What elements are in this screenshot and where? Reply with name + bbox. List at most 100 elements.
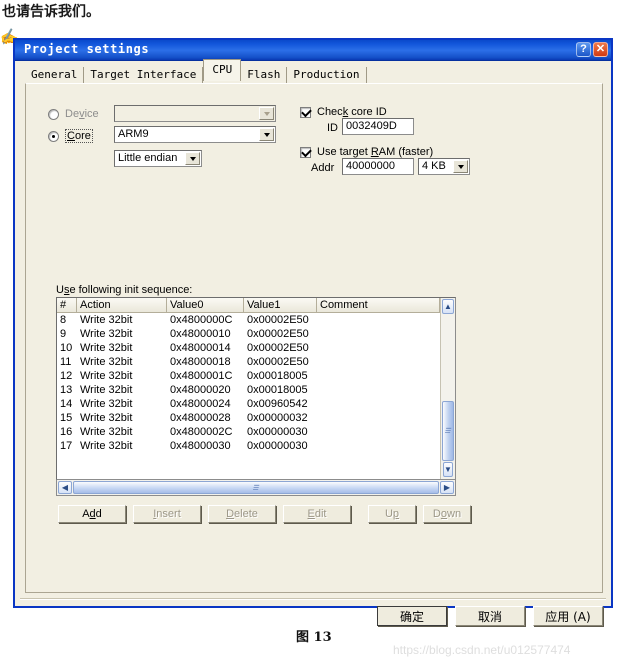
init-sequence-table[interactable]: # Action Value0 Value1 Comment 8 Write 32… [56, 297, 456, 480]
tab-production[interactable]: Production [287, 67, 367, 84]
cell-comment [317, 397, 440, 411]
ram-addr-input[interactable]: 40000000 [342, 158, 414, 175]
cell-value0: 0x48000018 [170, 356, 231, 368]
cell-comment [317, 425, 440, 439]
scroll-up-icon[interactable]: ▲ [442, 299, 454, 314]
tab-general[interactable]: General [25, 67, 85, 84]
horizontal-scroll-thumb[interactable]: ☰ [73, 481, 439, 494]
list-horizontal-scrollbar[interactable]: ◀ ☰ ▶ [56, 480, 456, 496]
titlebar-buttons: ? ✕ [576, 42, 608, 57]
cell-value1: 0x00000030 [247, 426, 308, 438]
device-radio-row[interactable]: Device [48, 108, 99, 120]
cell-value0: 0x4800002C [170, 426, 233, 438]
cell-num: 8 [60, 314, 67, 326]
cell-value0: 0x48000024 [170, 398, 231, 410]
cell-value1: 0x00002E50 [247, 342, 309, 354]
device-combo[interactable] [114, 105, 276, 122]
cell-value0: 0x48000010 [170, 328, 231, 340]
check-core-id-label: Check core ID [317, 106, 387, 118]
scroll-left-icon[interactable]: ◀ [58, 481, 72, 494]
table-row[interactable]: 11 Write 32bit 0x48000018 0x00002E50 [57, 355, 455, 369]
cell-action: Write 32bit [80, 370, 133, 382]
dialog-titlebar[interactable]: Project settings ? ✕ [15, 40, 611, 61]
core-label: Core [65, 129, 93, 143]
delete-button-label: Delete [226, 508, 258, 520]
table-row[interactable]: 12 Write 32bit 0x4800001C 0x00018005 [57, 369, 455, 383]
column-header-value1[interactable]: Value1 [244, 298, 317, 312]
tab-target-interface[interactable]: Target Interface [84, 67, 204, 84]
down-button[interactable]: Down [423, 505, 471, 523]
close-icon[interactable]: ✕ [593, 42, 608, 57]
table-row[interactable]: 8 Write 32bit 0x4800000C 0x00002E50 [57, 313, 455, 327]
table-row[interactable]: 10 Write 32bit 0x48000014 0x00002E50 [57, 341, 455, 355]
insert-button[interactable]: Insert [133, 505, 201, 523]
cpu-tab-page: Device Core ARM9 Little endian Check cor… [25, 83, 603, 593]
insert-button-label: Insert [153, 508, 181, 520]
chevron-down-icon[interactable] [453, 160, 468, 173]
table-row[interactable]: 15 Write 32bit 0x48000028 0x00000032 [57, 411, 455, 425]
core-radio-row[interactable]: Core [48, 129, 93, 143]
chevron-down-icon[interactable] [185, 152, 200, 165]
list-vertical-scrollbar[interactable]: ▲ ☰ ▼ [440, 298, 455, 479]
check-core-id-row[interactable]: Check core ID [300, 106, 387, 118]
tab-flash[interactable]: Flash [241, 67, 288, 84]
scroll-down-icon[interactable]: ▼ [443, 462, 453, 477]
table-row[interactable]: 9 Write 32bit 0x48000010 0x00002E50 [57, 327, 455, 341]
chevron-down-icon[interactable] [259, 107, 274, 120]
cell-comment [317, 369, 440, 383]
cell-value1: 0x00018005 [247, 384, 308, 396]
table-row[interactable]: 14 Write 32bit 0x48000024 0x00960542 [57, 397, 455, 411]
scroll-right-icon[interactable]: ▶ [440, 481, 454, 494]
up-button[interactable]: Up [368, 505, 416, 523]
core-id-input[interactable]: 0032409D [342, 118, 414, 135]
vertical-scroll-track[interactable]: ☰ [441, 315, 455, 462]
init-sequence-accel: s [63, 284, 70, 296]
help-button[interactable]: ? [576, 42, 591, 57]
core-combo-value: ARM9 [118, 128, 149, 140]
cell-action: Write 32bit [80, 440, 133, 452]
column-header-value0[interactable]: Value0 [167, 298, 244, 312]
column-header-num[interactable]: # [57, 298, 77, 312]
cell-value0: 0x4800000C [170, 314, 233, 326]
cell-value1: 0x00002E50 [247, 356, 309, 368]
table-body: 8 Write 32bit 0x4800000C 0x00002E50 9 Write 3… [57, 313, 455, 453]
cell-action: Write 32bit [80, 412, 133, 424]
apply-button[interactable]: 应用 (A) [533, 606, 603, 626]
cell-comment [317, 341, 440, 355]
cell-value1: 0x00960542 [247, 398, 308, 410]
dialog-title: Project settings [24, 42, 150, 56]
cell-num: 9 [60, 328, 67, 340]
column-header-comment[interactable]: Comment [317, 298, 440, 312]
cell-num: 17 [60, 440, 73, 452]
footer-divider [20, 598, 606, 600]
core-id-field-label: ID [327, 122, 338, 134]
cell-value0: 0x48000020 [170, 384, 231, 396]
table-row[interactable]: 17 Write 32bit 0x48000030 0x00000030 [57, 439, 455, 453]
use-target-ram-row[interactable]: Use target RAM (faster) [300, 146, 433, 158]
ok-button[interactable]: 确定 [377, 606, 447, 626]
dialog-body: General Target Interface CPU Flash Produ… [15, 59, 611, 626]
delete-button[interactable]: Delete [208, 505, 276, 523]
vertical-scroll-thumb[interactable]: ☰ [442, 401, 454, 461]
core-combo[interactable]: ARM9 [114, 126, 276, 143]
use-target-ram-checkbox[interactable] [300, 146, 311, 158]
cell-action: Write 32bit [80, 398, 133, 410]
check-core-id-checkbox[interactable] [300, 106, 311, 118]
device-radio[interactable] [48, 108, 59, 120]
cancel-button[interactable]: 取消 [455, 606, 525, 626]
chevron-down-icon[interactable] [259, 128, 274, 141]
ram-size-combo[interactable]: 4 KB [418, 158, 470, 175]
cell-num: 14 [60, 398, 73, 410]
table-row[interactable]: 16 Write 32bit 0x4800002C 0x00000030 [57, 425, 455, 439]
ram-addr-label: Addr [311, 162, 335, 174]
cell-value1: 0x00018005 [247, 370, 308, 382]
core-radio[interactable] [48, 130, 59, 142]
footer-buttons: 确定 取消 应用 (A) [377, 606, 603, 626]
add-button[interactable]: Add [58, 505, 126, 523]
column-header-action[interactable]: Action [77, 298, 167, 312]
endian-combo[interactable]: Little endian [114, 150, 202, 167]
edit-button[interactable]: Edit [283, 505, 351, 523]
cell-num: 15 [60, 412, 73, 424]
table-row[interactable]: 13 Write 32bit 0x48000020 0x00018005 [57, 383, 455, 397]
tab-cpu[interactable]: CPU [203, 59, 242, 81]
